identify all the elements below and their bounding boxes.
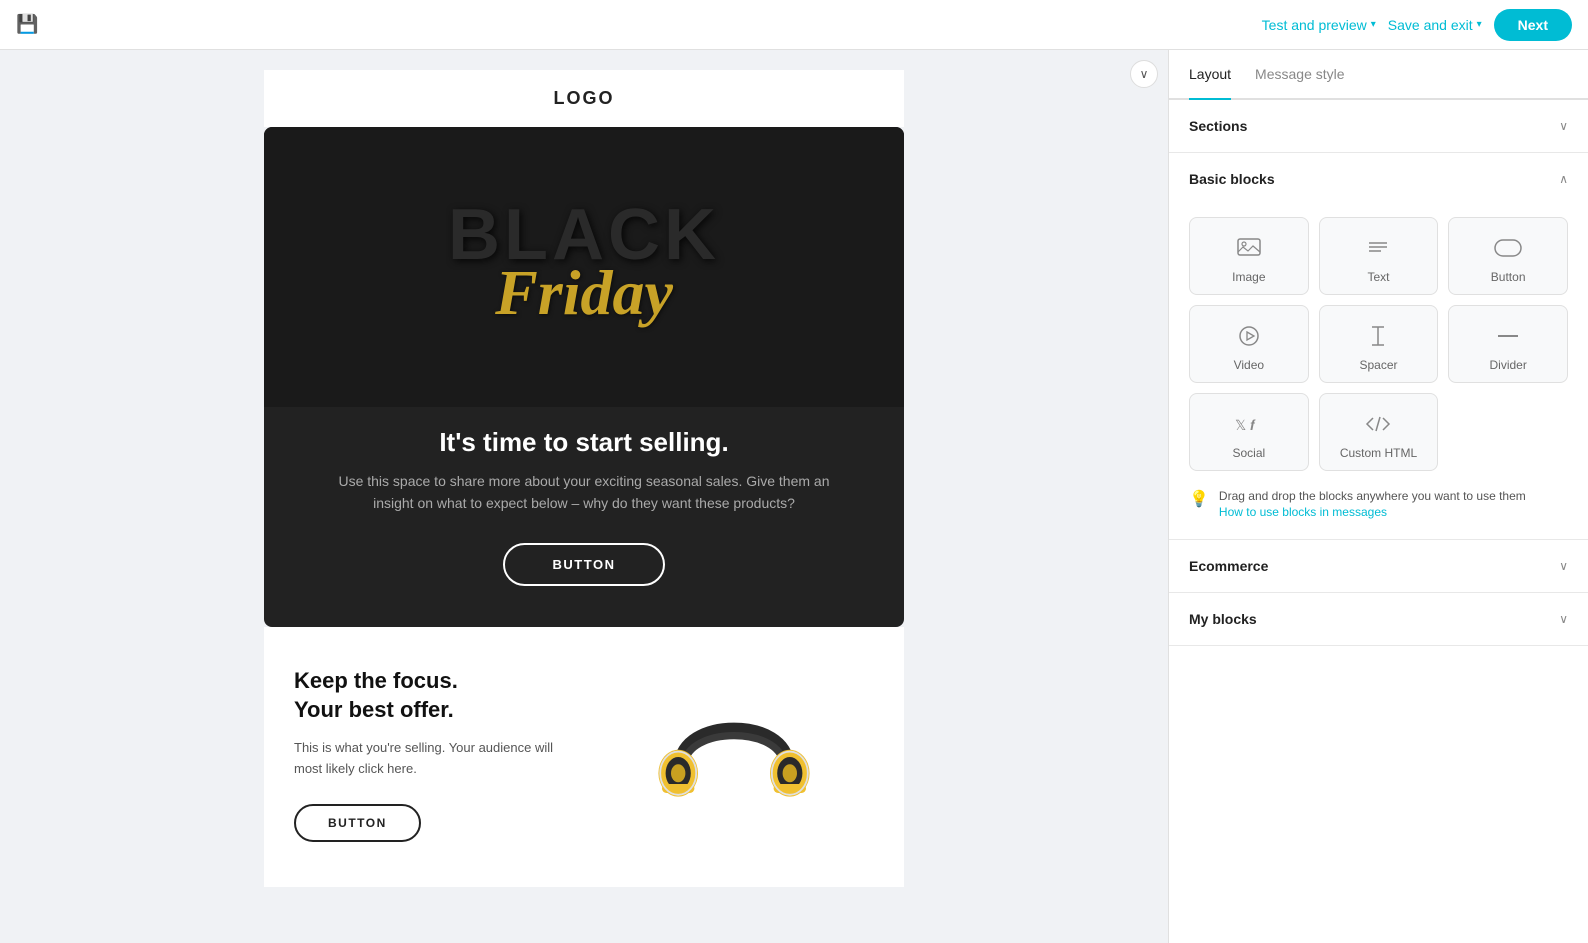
sections-section: Sections ∨ [1169, 100, 1588, 153]
hint-icon: 💡 [1189, 489, 1209, 509]
spacer-block-icon [1367, 322, 1389, 350]
product-section: Keep the focus. Your best offer. This is… [264, 627, 904, 887]
product-text: Keep the focus. Your best offer. This is… [294, 667, 574, 842]
my-blocks-section: My blocks ∨ [1169, 593, 1588, 646]
hero-section: BLACK Friday It's time to start selling.… [264, 127, 904, 627]
canvas-area: ∨ LOGO BLACK Friday It's time to start s… [0, 50, 1168, 943]
logo-text: LOGO [554, 88, 615, 108]
save-exit-chevron: ▾ [1477, 19, 1482, 30]
hint-text: Drag and drop the blocks anywhere you wa… [1219, 489, 1526, 503]
hero-button-wrap: BUTTON [503, 543, 666, 586]
sections-chevron: ∨ [1559, 119, 1568, 133]
video-block-icon [1238, 322, 1260, 350]
basic-blocks-grid-container: Image Text [1169, 205, 1588, 539]
sections-header[interactable]: Sections ∨ [1169, 100, 1588, 152]
block-image[interactable]: Image [1189, 217, 1309, 295]
my-blocks-chevron: ∨ [1559, 612, 1568, 626]
ecommerce-section: Ecommerce ∨ [1169, 540, 1588, 593]
product-description: This is what you're selling. Your audien… [294, 738, 574, 780]
sections-title: Sections [1189, 118, 1247, 134]
custom-html-block-icon [1365, 410, 1391, 438]
text-block-label: Text [1367, 270, 1389, 284]
topbar: 💾 Test and preview ▾ Save and exit ▾ Nex… [0, 0, 1588, 50]
block-video[interactable]: Video [1189, 305, 1309, 383]
image-block-icon [1237, 234, 1261, 262]
hero-cta-button[interactable]: BUTTON [503, 543, 666, 586]
divider-block-label: Divider [1489, 358, 1526, 372]
hero-headline: It's time to start selling. [399, 407, 768, 470]
hero-image-area: BLACK Friday [264, 127, 904, 407]
divider-block-icon [1496, 322, 1520, 350]
email-canvas: LOGO BLACK Friday It's time to start sel… [264, 70, 904, 887]
ecommerce-header[interactable]: Ecommerce ∨ [1169, 540, 1588, 592]
save-exit-button[interactable]: Save and exit ▾ [1388, 17, 1482, 33]
main-layout: ∨ LOGO BLACK Friday It's time to start s… [0, 50, 1588, 943]
spacer-block-label: Spacer [1359, 358, 1397, 372]
hero-subtext: Use this space to share more about your … [264, 470, 904, 515]
button-block-icon [1494, 234, 1522, 262]
collapse-button[interactable]: ∨ [1130, 60, 1158, 88]
blocks-grid: Image Text [1189, 217, 1568, 471]
text-block-icon [1367, 234, 1389, 262]
product-image-area [594, 667, 874, 847]
test-preview-chevron: ▾ [1371, 19, 1376, 30]
headphone-image [644, 667, 824, 847]
custom-html-block-label: Custom HTML [1340, 446, 1417, 460]
button-block-label: Button [1491, 270, 1526, 284]
social-block-icon: 𝕏 𝒇 [1235, 410, 1263, 438]
block-text[interactable]: Text [1319, 217, 1439, 295]
ecommerce-chevron: ∨ [1559, 559, 1568, 573]
tab-message-style[interactable]: Message style [1255, 50, 1344, 100]
block-spacer[interactable]: Spacer [1319, 305, 1439, 383]
basic-blocks-title: Basic blocks [1189, 171, 1275, 187]
test-preview-button[interactable]: Test and preview ▾ [1262, 17, 1376, 33]
basic-blocks-chevron: ∧ [1559, 172, 1568, 186]
my-blocks-title: My blocks [1189, 611, 1257, 627]
logo-section: LOGO [264, 70, 904, 127]
video-block-label: Video [1234, 358, 1264, 372]
black-friday-graphic: BLACK Friday [428, 179, 740, 355]
ecommerce-title: Ecommerce [1189, 558, 1268, 574]
block-social[interactable]: 𝕏 𝒇 Social [1189, 393, 1309, 471]
tab-layout[interactable]: Layout [1189, 50, 1231, 100]
right-panel: Layout Message style Sections ∨ Basic bl… [1168, 50, 1588, 943]
image-block-label: Image [1232, 270, 1265, 284]
block-custom-html[interactable]: Custom HTML [1319, 393, 1439, 471]
basic-blocks-header[interactable]: Basic blocks ∧ [1169, 153, 1588, 205]
basic-blocks-section: Basic blocks ∧ Image [1169, 153, 1588, 540]
my-blocks-header[interactable]: My blocks ∨ [1169, 593, 1588, 645]
social-block-label: Social [1232, 446, 1265, 460]
blocks-hint: 💡 Drag and drop the blocks anywhere you … [1189, 487, 1568, 523]
hint-link[interactable]: How to use blocks in messages [1219, 505, 1526, 519]
save-icon[interactable]: 💾 [16, 14, 38, 35]
block-divider[interactable]: Divider [1448, 305, 1568, 383]
next-button[interactable]: Next [1494, 9, 1572, 41]
bf-friday-text: Friday [448, 261, 720, 325]
product-cta-button[interactable]: BUTTON [294, 804, 421, 842]
svg-text:𝕏 𝒇: 𝕏 𝒇 [1235, 417, 1256, 433]
block-button[interactable]: Button [1448, 217, 1568, 295]
product-headline: Keep the focus. Your best offer. [294, 667, 574, 724]
panel-tabs: Layout Message style [1169, 50, 1588, 100]
